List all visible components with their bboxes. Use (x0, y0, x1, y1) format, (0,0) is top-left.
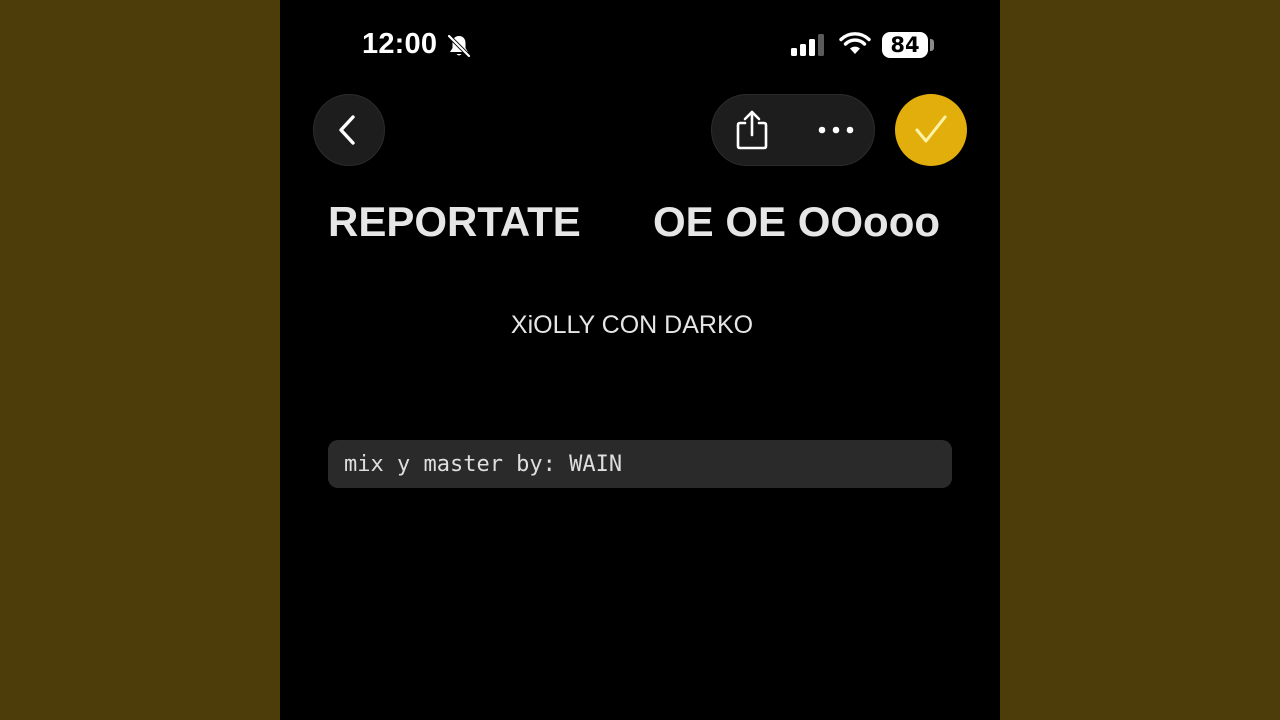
title-left: REPORTATE (328, 198, 581, 245)
title-right: OE OE OOooo (653, 198, 941, 245)
more-button[interactable] (810, 104, 862, 156)
ellipsis-icon (818, 126, 854, 134)
done-button[interactable] (895, 94, 967, 166)
battery-cap (930, 39, 934, 51)
share-button[interactable] (726, 104, 778, 156)
subtitle: XiOLLY CON DARKO (510, 311, 754, 339)
checkmark-icon (915, 115, 947, 143)
share-icon (736, 110, 768, 150)
action-pill (711, 94, 875, 166)
bell-slash-icon (447, 34, 471, 58)
back-button[interactable] (313, 94, 385, 166)
chevron-left-icon (339, 115, 355, 145)
wifi-icon (839, 32, 871, 54)
battery-icon: 84 (882, 32, 928, 58)
code-block-text: mix y master by: WAIN (344, 451, 623, 477)
code-block[interactable]: mix y master by: WAIN (328, 440, 952, 488)
phone-screen: 12:00 84 REPORTATE OE OE OOooo XiOLLY CO… (280, 0, 1000, 720)
status-time: 12:00 (362, 28, 438, 60)
cellular-signal-icon (791, 34, 824, 56)
